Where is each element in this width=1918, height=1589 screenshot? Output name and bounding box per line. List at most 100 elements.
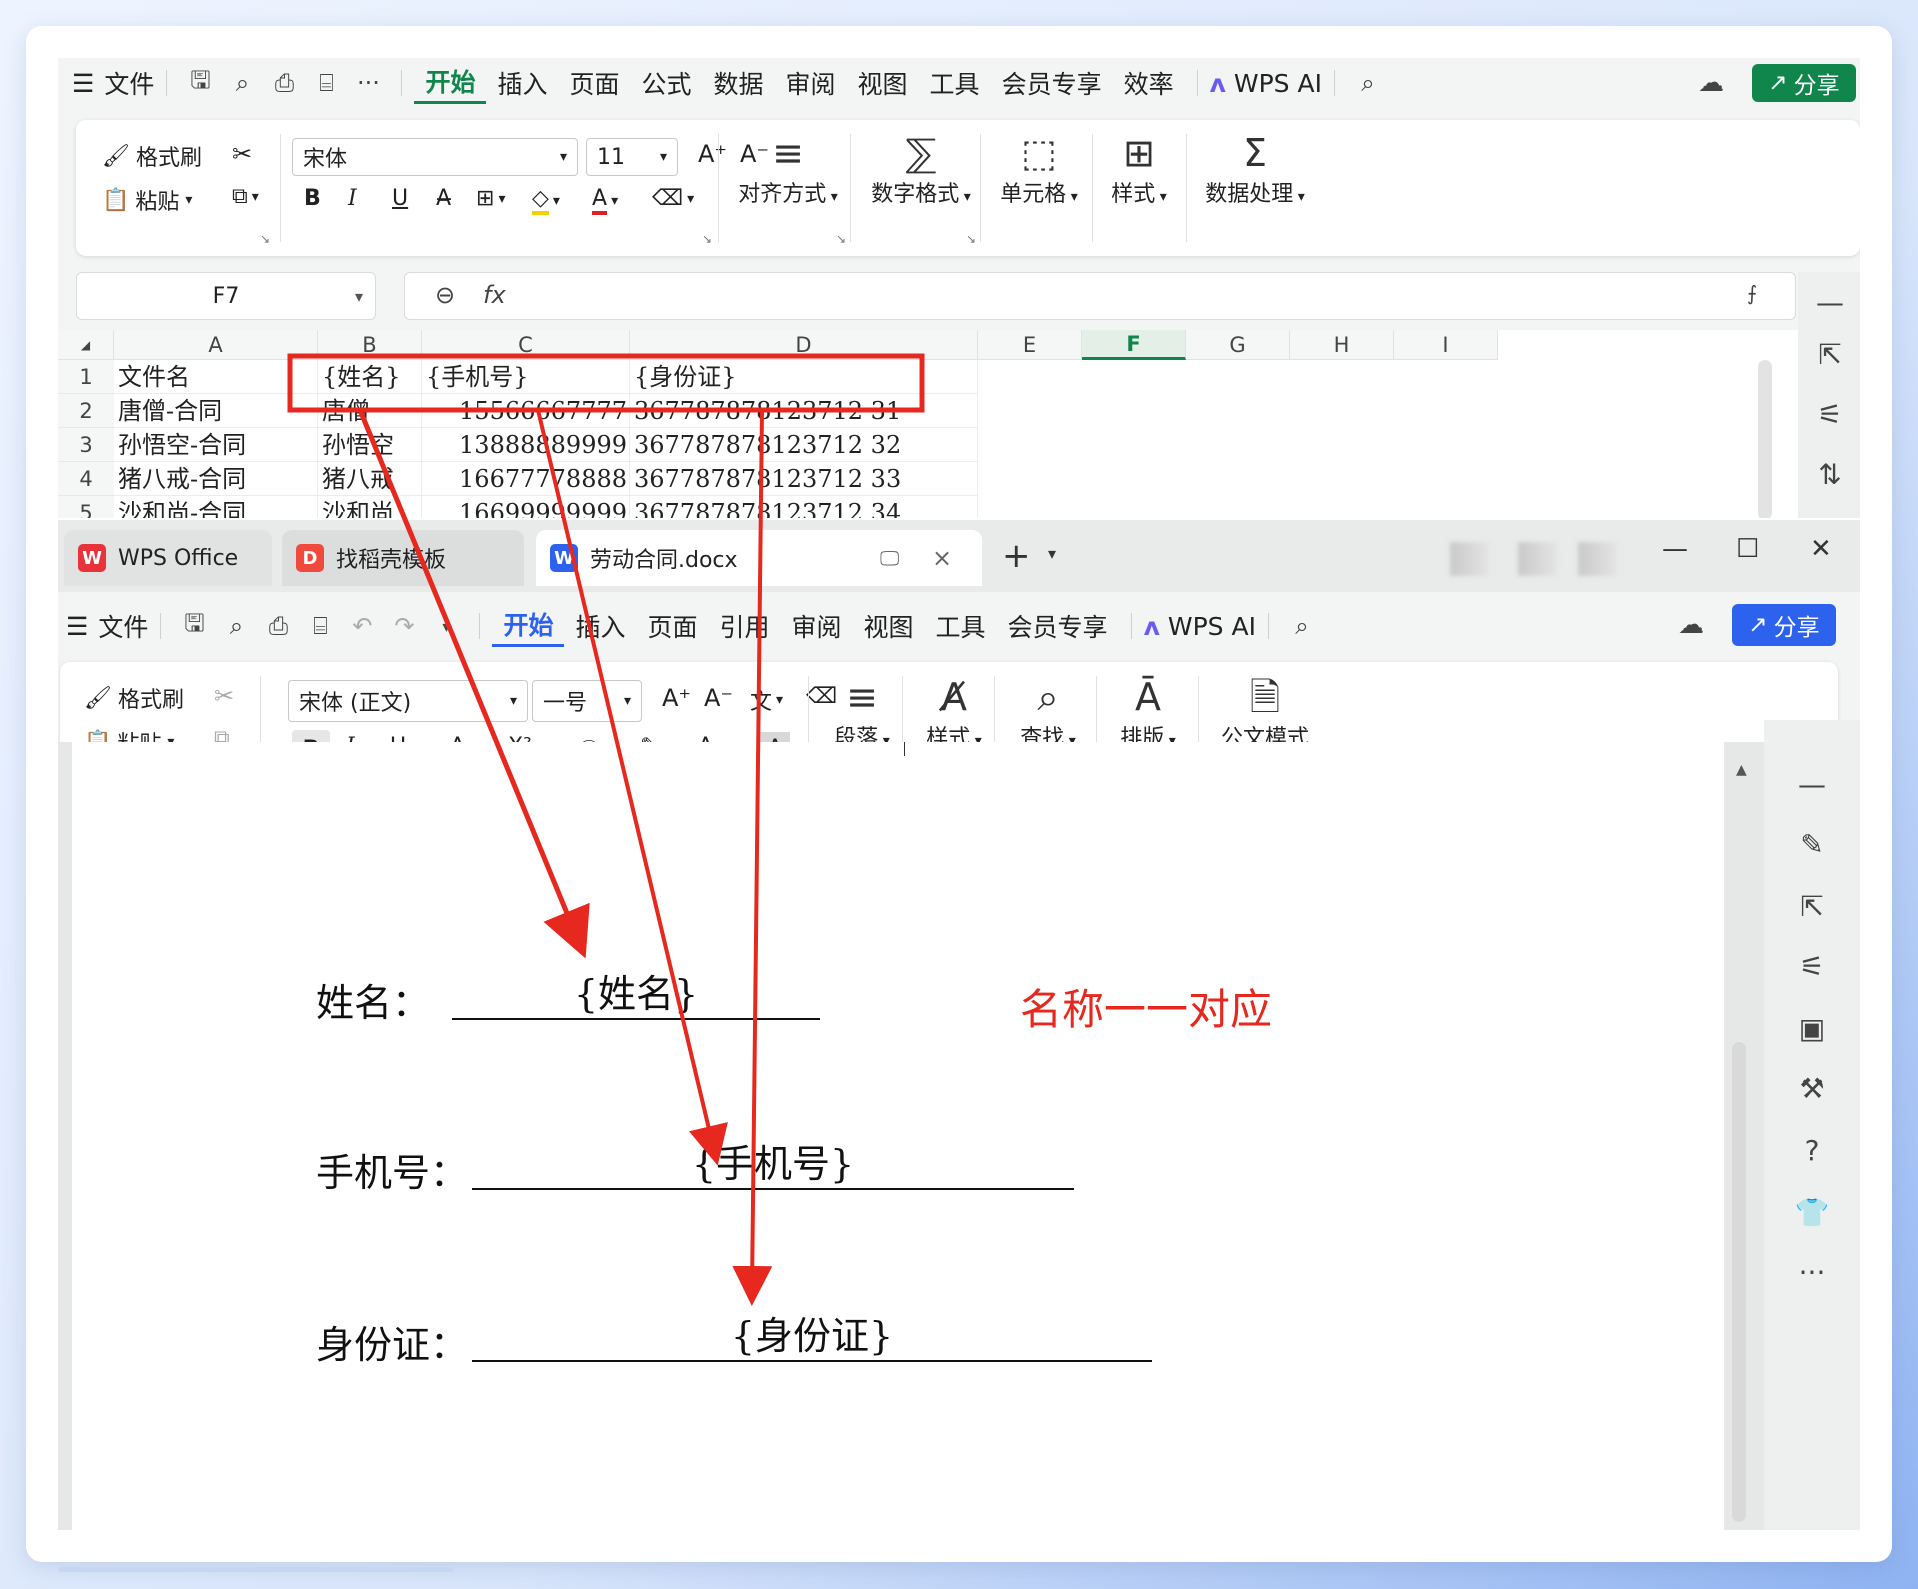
menu-icon[interactable]: ☰ (72, 69, 94, 98)
search-icon[interactable]: ⌕ (1347, 69, 1389, 97)
id-placeholder[interactable]: {身份证} (472, 1314, 1152, 1362)
column-header-d[interactable]: D (630, 330, 978, 360)
minimize-panel-icon[interactable]: — (1794, 768, 1830, 801)
cut-icon[interactable]: ✂ (232, 140, 252, 168)
more-icon[interactable]: ··· (1794, 1256, 1830, 1289)
print-icon[interactable]: ⎙ (257, 612, 299, 640)
file-menu[interactable]: 文件 (98, 608, 148, 644)
menu-icon[interactable]: ☰ (66, 612, 88, 641)
tab-template[interactable]: D 找稻壳模板 (282, 530, 524, 586)
tools-icon[interactable]: ⚒ (1794, 1072, 1830, 1105)
font-size-select[interactable]: 11 ▾ (586, 138, 678, 176)
cell-a5[interactable]: 沙和尚-合同 (114, 496, 318, 518)
format-painter-button[interactable]: 🖌 格式刷 (84, 682, 184, 714)
vertical-scrollbar[interactable] (1758, 360, 1772, 518)
cell-b4[interactable]: 猪八戒 (318, 462, 422, 496)
row-header[interactable]: 1 (58, 360, 114, 394)
cell-c5[interactable]: 16699999999 (422, 496, 630, 518)
copy-button[interactable]: ⧉ ▾ (232, 184, 259, 209)
cell-d2[interactable]: 367787878123712 31 (630, 394, 978, 428)
select-cursor-icon[interactable]: ⇱ (1812, 338, 1848, 371)
minimize-icon[interactable]: — (1662, 534, 1688, 564)
cell-c2[interactable]: 15566667777 (422, 394, 630, 428)
monitor-icon[interactable]: 🖵 (880, 546, 899, 570)
maximize-icon[interactable]: ☐ (1736, 534, 1759, 564)
tab-review[interactable]: 审阅 (781, 608, 853, 644)
cell-a1[interactable]: 文件名 (114, 360, 318, 394)
pen-icon[interactable]: ✎ (1794, 828, 1830, 861)
cell-b5[interactable]: 沙和尚 (318, 496, 422, 518)
layout-button[interactable]: Ā 排版 ▾ (1108, 674, 1188, 752)
font-name-select[interactable]: 宋体 (正文) ▾ (288, 680, 528, 722)
cell-a4[interactable]: 猪八戒-合同 (114, 462, 318, 496)
align-button[interactable]: ≡ 对齐方式 ▾ (736, 130, 840, 208)
export-icon[interactable]: ⌕ (215, 612, 257, 640)
close-tab-icon[interactable]: × (932, 544, 952, 572)
fill-color-button[interactable]: ◇ ▾ (532, 186, 560, 215)
paste-button[interactable]: 📋 粘贴 ▾ (102, 184, 192, 216)
zoom-icon[interactable]: ⊖ (435, 281, 455, 309)
clear-format-button[interactable]: ⌫ ▾ (652, 186, 694, 211)
select-cursor-icon[interactable]: ⇱ (1794, 890, 1830, 923)
fx-icon[interactable]: fx (483, 281, 506, 309)
chevron-down-icon[interactable]: ▾ (425, 617, 467, 636)
sort-icon[interactable]: ⇅ (1812, 458, 1848, 491)
column-header-c[interactable]: C (422, 330, 630, 360)
save-icon[interactable]: 🖫 (173, 606, 215, 647)
tab-tools[interactable]: 工具 (919, 65, 991, 101)
search-icon[interactable]: ⌕ (1281, 612, 1323, 640)
cut-icon[interactable]: ✂ (214, 682, 234, 710)
dialog-launcher-icon[interactable]: ↘ (260, 232, 270, 246)
row-header[interactable]: 3 (58, 428, 114, 462)
tab-efficiency[interactable]: 效率 (1113, 65, 1185, 101)
wps-ai-button[interactable]: ʌ WPS AI (1210, 69, 1322, 98)
format-painter-button[interactable]: 🖌 格式刷 (102, 140, 202, 172)
cell-d3[interactable]: 367787878123712 32 (630, 428, 978, 462)
phonetic-button[interactable]: 文 ▾ (750, 684, 783, 716)
print-preview-icon[interactable]: ⌸ (305, 69, 347, 97)
row-header[interactable]: 2 (58, 394, 114, 428)
document-page[interactable]: 姓名： {姓名} 手机号： {手机号} 身份证： {身份证} (72, 742, 1724, 1530)
cell-a2[interactable]: 唐僧-合同 (114, 394, 318, 428)
border-button[interactable]: ⊞ ▾ (476, 186, 505, 211)
share-button[interactable]: ↗ 分享 (1752, 64, 1856, 102)
dialog-launcher-icon[interactable]: ↘ (966, 232, 976, 246)
cell-a3[interactable]: 孙悟空-合同 (114, 428, 318, 462)
tab-member[interactable]: 会员专享 (997, 608, 1119, 644)
tab-insert[interactable]: 插入 (486, 65, 558, 101)
column-header-g[interactable]: G (1186, 330, 1290, 360)
help-icon[interactable]: ? (1794, 1134, 1830, 1167)
name-box[interactable]: F7 ▾ (76, 272, 376, 320)
column-header-b[interactable]: B (318, 330, 422, 360)
font-grow-icon[interactable]: A⁺ (698, 140, 727, 168)
chevron-down-icon[interactable]: ▾ (1048, 544, 1056, 563)
font-shrink-icon[interactable]: A⁻ (704, 684, 733, 712)
find-button[interactable]: ⌕ 查找 ▾ (1008, 674, 1088, 752)
avatar[interactable] (1450, 542, 1490, 576)
select-all-corner[interactable]: ◢ (58, 330, 114, 360)
font-name-select[interactable]: 宋体 ▾ (292, 138, 578, 176)
cloud-upload-icon[interactable]: ☁ (1698, 68, 1724, 98)
font-color-button[interactable]: A▾ (592, 186, 618, 215)
new-tab-icon[interactable]: + (1002, 536, 1031, 576)
formula-bar[interactable]: ⊖ fx ⨍ (404, 272, 1796, 320)
share-button[interactable]: ↗ 分享 (1732, 604, 1836, 646)
cell-c3[interactable]: 13888889999 (422, 428, 630, 462)
file-menu[interactable]: 文件 (104, 65, 154, 101)
tab-tools[interactable]: 工具 (925, 608, 997, 644)
row-header[interactable]: 5 (58, 496, 114, 518)
underline-button[interactable]: U (392, 186, 408, 211)
italic-button[interactable]: I (348, 186, 357, 211)
style-button[interactable]: A̸ 样式 ▾ (916, 674, 992, 752)
official-doc-button[interactable]: 🗎 公文模式 (1210, 674, 1320, 752)
cell-c1[interactable]: {手机号} (422, 360, 630, 394)
column-header-h[interactable]: H (1290, 330, 1394, 360)
tab-view[interactable]: 视图 (853, 608, 925, 644)
cell-d4[interactable]: 367787878123712 33 (630, 462, 978, 496)
cell-d1[interactable]: {身份证} (630, 360, 978, 394)
avatar[interactable] (1578, 542, 1618, 576)
font-grow-icon[interactable]: A⁺ (662, 684, 691, 712)
tab-data[interactable]: 数据 (703, 65, 775, 101)
scroll-up-icon[interactable]: ▲ (1736, 762, 1747, 778)
wps-ai-button[interactable]: ʌ WPS AI (1144, 612, 1256, 641)
